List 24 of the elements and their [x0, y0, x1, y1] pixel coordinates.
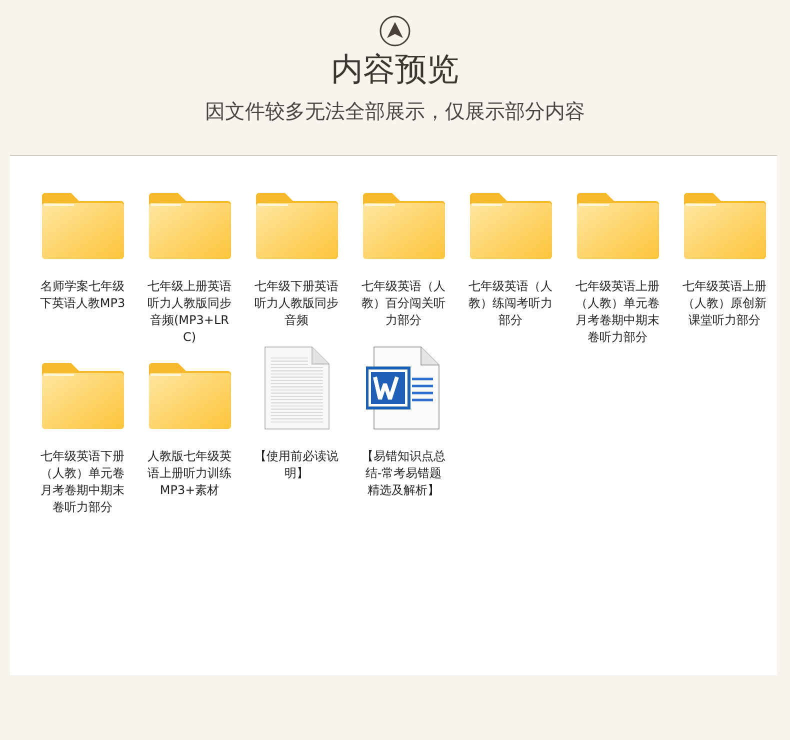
- page-subtitle: 因文件较多无法全部展示，仅展示部分内容: [205, 98, 585, 125]
- folder-icon: [40, 192, 126, 260]
- file-name: 人教版七年级英语上册听力训练MP3+素材: [146, 448, 232, 499]
- file-name: 名师学案七年级下英语人教MP3: [38, 278, 126, 312]
- folder-icon: [574, 192, 660, 260]
- folder-icon: [682, 192, 768, 260]
- file-name: 【易错知识点总结-常考易错题精选及解析】: [360, 448, 446, 499]
- file-name: 七年级英语上册（人教）原创新课堂听力部分: [682, 278, 768, 329]
- file-name: 七年级英语（人教）百分闯关听力部分: [360, 278, 446, 329]
- text-document-icon: [264, 346, 330, 430]
- folder-icon: [146, 362, 232, 430]
- folder-icon: [254, 192, 340, 260]
- page-title: 内容预览: [331, 49, 459, 89]
- file-name: 七年级下册英语听力人教版同步音频: [254, 278, 340, 329]
- word-document-icon: [366, 346, 442, 430]
- file-name: 七年级英语（人教）练闯考听力部分: [468, 278, 554, 329]
- file-name: 七年级英语下册（人教）单元卷月考卷期中期末卷听力部分: [40, 448, 126, 516]
- folder-icon: [40, 362, 126, 430]
- folder-icon: [468, 192, 554, 260]
- folder-icon: [360, 192, 446, 260]
- file-name: 七年级上册英语听力人教版同步音频(MP3+LRC): [146, 278, 232, 346]
- folder-icon: [146, 192, 232, 260]
- file-name: 【使用前必读说明】: [254, 448, 340, 482]
- file-name: 七年级英语上册（人教）单元卷月考卷期中期末卷听力部分: [574, 278, 660, 346]
